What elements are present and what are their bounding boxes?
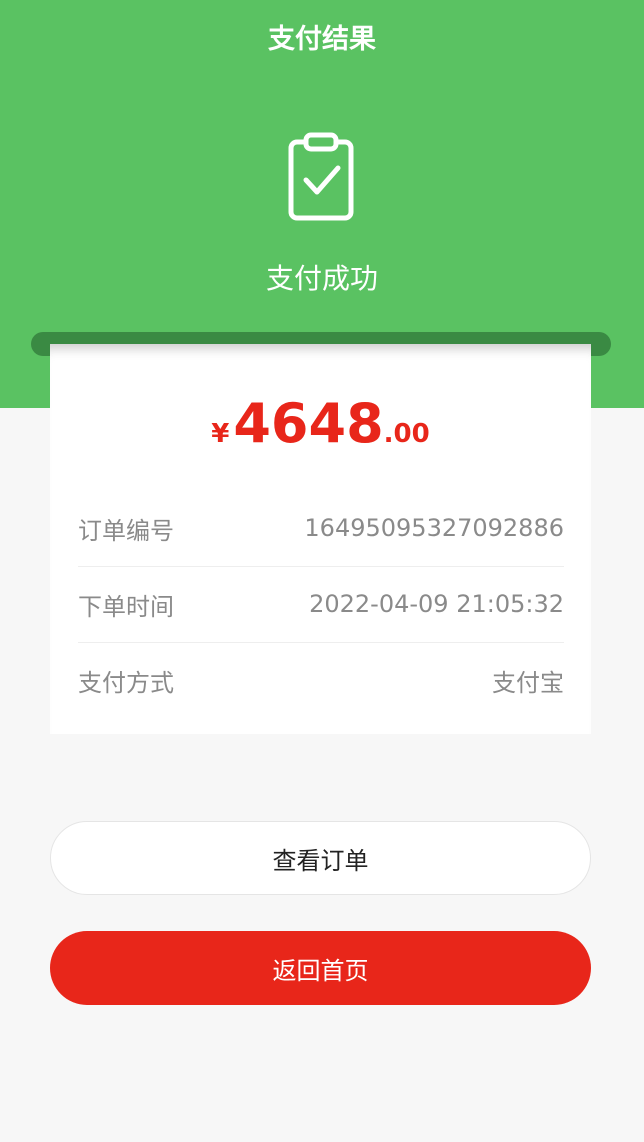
currency-symbol: ¥ <box>211 419 230 449</box>
payment-method-value: 支付宝 <box>492 668 564 697</box>
back-home-button[interactable]: 返回首页 <box>50 931 591 1005</box>
view-order-button[interactable]: 查看订单 <box>50 821 591 895</box>
payment-amount: ¥4648.00 <box>50 392 591 469</box>
amount-integer: 4648 <box>233 392 384 455</box>
page-title: 支付结果 <box>268 24 376 55</box>
order-time-value: 2022-04-09 21:05:32 <box>309 590 564 618</box>
order-time-label: 下单时间 <box>78 592 174 621</box>
payment-method-label: 支付方式 <box>78 668 174 697</box>
order-time-row: 下单时间 2022-04-09 21:05:32 <box>78 566 564 643</box>
payment-status-text: 支付成功 <box>265 262 378 295</box>
order-number-value: 16495095327092886 <box>304 514 564 542</box>
payment-method-row: 支付方式 支付宝 <box>78 642 564 718</box>
clipboard-check-icon <box>288 132 354 221</box>
receipt-card: ¥4648.00 订单编号 16495095327092886 下单时间 202… <box>50 344 591 734</box>
amount-decimal: .00 <box>383 419 430 449</box>
order-number-label: 订单编号 <box>78 516 174 545</box>
order-number-row: 订单编号 16495095327092886 <box>78 490 564 567</box>
